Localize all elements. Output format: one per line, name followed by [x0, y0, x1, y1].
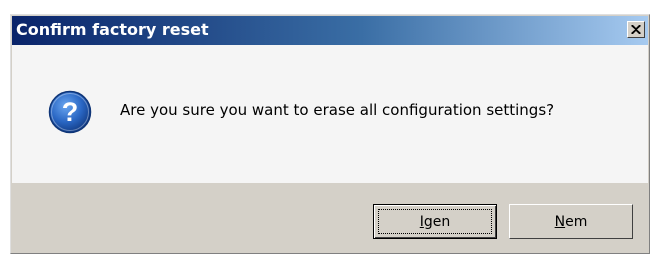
- no-button[interactable]: Nem: [509, 204, 633, 239]
- dialog-title: Confirm factory reset: [16, 20, 209, 39]
- title-bar[interactable]: Confirm factory reset: [12, 16, 648, 45]
- no-button-label: Nem: [555, 214, 588, 230]
- close-button[interactable]: [627, 21, 645, 38]
- yes-label-rest: gen: [423, 213, 451, 230]
- yes-button[interactable]: Igen: [373, 204, 497, 239]
- svg-text:?: ?: [62, 97, 79, 127]
- no-mnemonic: N: [554, 213, 566, 230]
- yes-button-label: Igen: [420, 214, 451, 230]
- no-label-rest: em: [565, 213, 588, 230]
- dialog-content: ? Are you sure you want to erase all con…: [12, 45, 648, 183]
- dialog-message: Are you sure you want to erase all confi…: [120, 101, 555, 119]
- question-icon: ?: [48, 90, 92, 134]
- button-bar: Igen Nem: [12, 183, 648, 252]
- confirm-factory-reset-dialog: Confirm factory reset ? Are you sure you…: [10, 14, 650, 254]
- close-icon: [631, 25, 641, 34]
